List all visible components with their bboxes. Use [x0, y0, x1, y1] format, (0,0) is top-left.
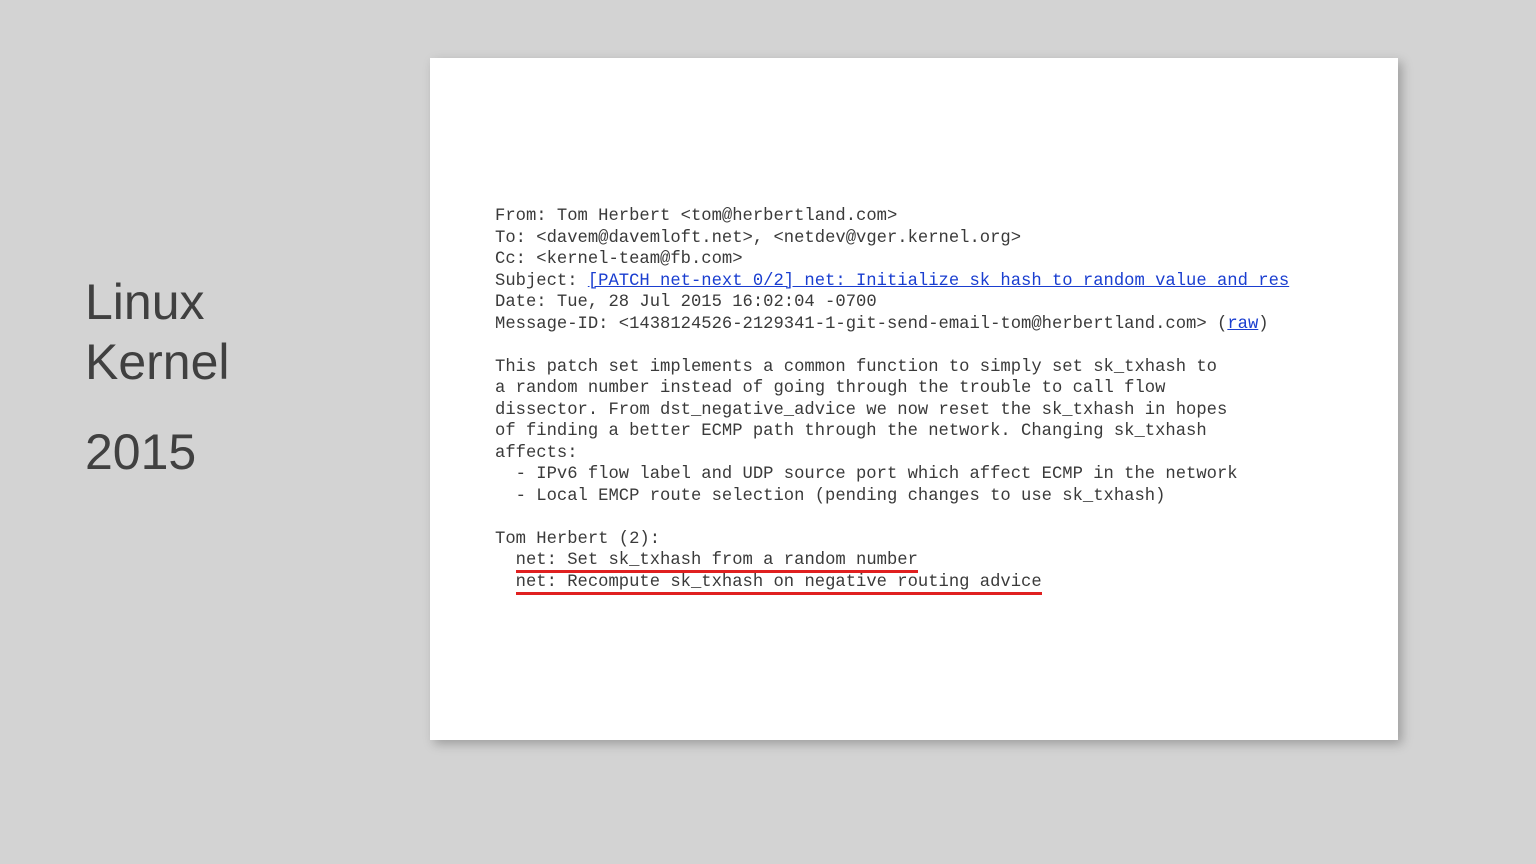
email-screenshot-card: From: Tom Herbert <tom@herbertland.com> … — [430, 58, 1398, 740]
slide: Linux Kernel 2015 From: Tom Herbert <tom… — [0, 0, 1536, 864]
msgid-label: Message-ID: — [495, 315, 619, 334]
patch-1-highlight: net: Set sk_txhash from a random number — [516, 551, 918, 573]
to-label: To: — [495, 229, 536, 248]
title-line-1: Linux — [85, 272, 230, 332]
body-bullet-1: - IPv6 flow label and UDP source port wh… — [495, 465, 1238, 484]
patch2-prefix — [495, 573, 516, 592]
date-value: Tue, 28 Jul 2015 16:02:04 -0700 — [557, 293, 877, 312]
msgid-value: <1438124526-2129341-1-git-send-email-tom… — [619, 315, 1207, 334]
raw-link[interactable]: raw — [1227, 315, 1258, 334]
raw-close: ) — [1258, 315, 1268, 334]
author-line: Tom Herbert (2): — [495, 530, 660, 549]
patch-2-highlight: net: Recompute sk_txhash on negative rou… — [516, 573, 1042, 595]
body-line-1: This patch set implements a common funct… — [495, 358, 1217, 377]
raw-open: ( — [1207, 315, 1228, 334]
title-line-2: Kernel — [85, 332, 230, 392]
from-value: Tom Herbert <tom@herbertland.com> — [557, 207, 897, 226]
body-bullet-2: - Local EMCP route selection (pending ch… — [495, 487, 1165, 506]
to-value: <davem@davemloft.net>, <netdev@vger.kern… — [536, 229, 1021, 248]
cc-value: <kernel-team@fb.com> — [536, 250, 742, 269]
body-line-2: a random number instead of going through… — [495, 379, 1165, 398]
cc-label: Cc: — [495, 250, 536, 269]
slide-year: 2015 — [85, 422, 230, 482]
subject-link[interactable]: [PATCH net-next 0/2] net: Initialize sk_… — [588, 272, 1289, 291]
slide-title-block: Linux Kernel 2015 — [85, 272, 230, 482]
date-label: Date: — [495, 293, 557, 312]
body-line-3: dissector. From dst_negative_advice we n… — [495, 401, 1227, 420]
slide-title: Linux Kernel — [85, 272, 230, 392]
patch1-prefix — [495, 551, 516, 570]
body-line-4: of finding a better ECMP path through th… — [495, 422, 1207, 441]
subject-label: Subject: — [495, 272, 588, 291]
email-content: From: Tom Herbert <tom@herbertland.com> … — [495, 206, 1358, 593]
from-label: From: — [495, 207, 557, 226]
body-line-5: affects: — [495, 444, 578, 463]
